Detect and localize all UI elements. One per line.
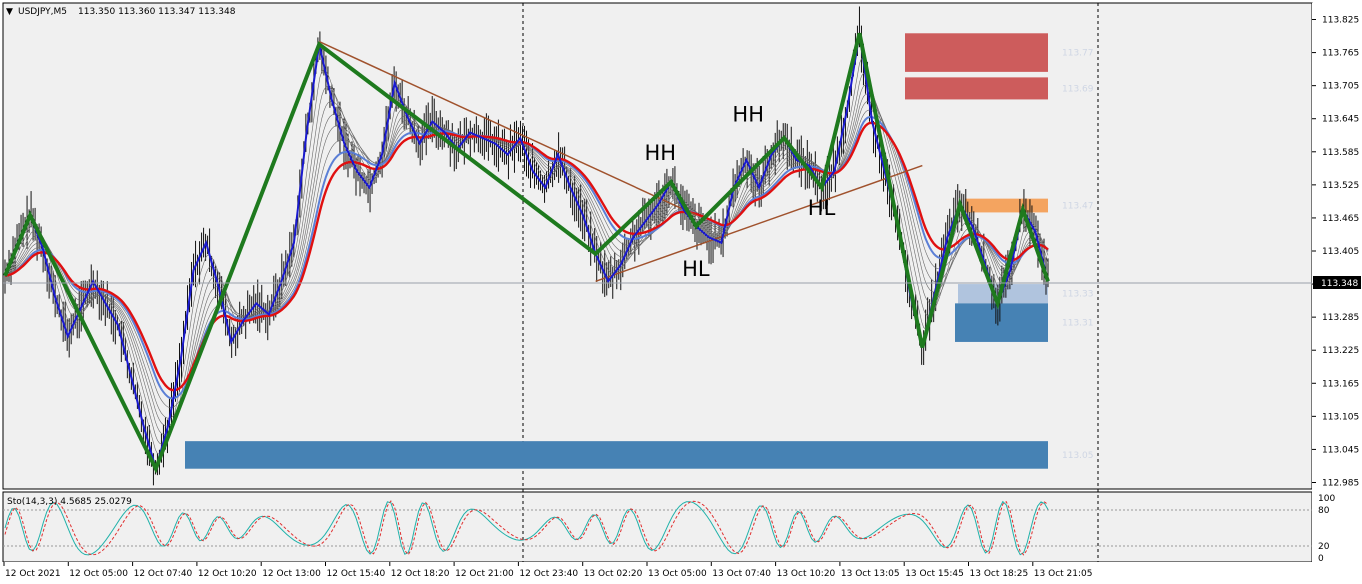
zone-price-label: 113.47 bbox=[1062, 202, 1094, 212]
supply-zone bbox=[965, 198, 1048, 213]
zone-price-label: 113.69 bbox=[1062, 84, 1094, 94]
price-tick-label: 113.045 bbox=[1322, 445, 1359, 455]
time-tick-label: 12 Oct 13:00 bbox=[262, 569, 321, 579]
price-tick-label: 113.225 bbox=[1322, 346, 1359, 356]
time-tick-label: 13 Oct 02:20 bbox=[584, 569, 643, 579]
swing-annotation: HH bbox=[644, 141, 676, 165]
time-tick-label: 12 Oct 05:00 bbox=[69, 569, 128, 579]
time-tick-label: 13 Oct 05:00 bbox=[648, 569, 707, 579]
trading-chart[interactable]: 113.77 113.69 113.47 113.33 113.31 113.05 HH H… bbox=[0, 0, 1362, 584]
swing-annotation: HH bbox=[732, 102, 764, 126]
chart-title-arrow[interactable]: ▼ bbox=[6, 7, 13, 17]
time-tick-label: 12 Oct 10:20 bbox=[198, 569, 257, 579]
time-tick-label: 12 Oct 2021 bbox=[5, 569, 61, 579]
price-tick-label: 113.765 bbox=[1322, 49, 1359, 59]
zone-price-label: 113.33 bbox=[1062, 290, 1094, 300]
price-tick-label: 113.525 bbox=[1322, 181, 1359, 191]
stochastic-level-label: 100 bbox=[1318, 494, 1335, 504]
price-tick-label: 113.165 bbox=[1322, 379, 1359, 389]
price-tick-label: 113.825 bbox=[1322, 16, 1359, 26]
ohlc-values: 113.350 113.360 113.347 113.348 bbox=[78, 7, 236, 17]
swing-annotation: HL bbox=[682, 257, 710, 281]
stochastic-level-label: 0 bbox=[1318, 554, 1324, 564]
price-tick-label: 113.585 bbox=[1322, 148, 1359, 158]
time-tick-label: 13 Oct 18:25 bbox=[970, 569, 1029, 579]
current-price-value: 113.348 bbox=[1321, 279, 1358, 289]
time-tick-label: 12 Oct 21:00 bbox=[455, 569, 514, 579]
stochastic-label: Sto(14,3,3) 4.5685 25.0279 bbox=[7, 497, 132, 507]
price-tick-label: 113.705 bbox=[1322, 82, 1359, 92]
price-tick-label: 113.405 bbox=[1322, 247, 1359, 257]
price-tick-label: 113.105 bbox=[1322, 412, 1359, 422]
time-tick-label: 13 Oct 21:05 bbox=[1034, 569, 1093, 579]
time-tick-label: 13 Oct 13:05 bbox=[841, 569, 900, 579]
stochastic-plot-area[interactable] bbox=[2, 491, 1313, 563]
zone-price-label: 113.05 bbox=[1062, 451, 1094, 461]
price-tick-label: 113.285 bbox=[1322, 313, 1359, 323]
time-tick-label: 12 Oct 15:40 bbox=[327, 569, 386, 579]
time-tick-label: 12 Oct 18:20 bbox=[391, 569, 450, 579]
zone-price-label: 113.31 bbox=[1062, 319, 1094, 329]
time-tick-label: 13 Oct 07:40 bbox=[712, 569, 771, 579]
price-tick-label: 112.985 bbox=[1322, 478, 1359, 488]
buy-zone bbox=[185, 441, 1048, 469]
swing-annotation: HL bbox=[808, 196, 836, 220]
stochastic-level-label: 20 bbox=[1318, 542, 1330, 552]
zone-price-label: 113.77 bbox=[1062, 49, 1094, 59]
price-tick-label: 113.465 bbox=[1322, 214, 1359, 224]
time-tick-label: 13 Oct 10:20 bbox=[777, 569, 836, 579]
buy-zone bbox=[955, 303, 1048, 342]
time-tick-label: 12 Oct 23:40 bbox=[519, 569, 578, 579]
stochastic-level-label: 80 bbox=[1318, 506, 1330, 516]
sell-zone bbox=[905, 33, 1048, 72]
time-tick-label: 13 Oct 15:45 bbox=[905, 569, 964, 579]
price-tick-label: 113.645 bbox=[1322, 115, 1359, 125]
symbol-title: USDJPY,M5 bbox=[18, 7, 67, 17]
sell-zone bbox=[905, 77, 1048, 100]
time-tick-label: 12 Oct 07:40 bbox=[134, 569, 193, 579]
